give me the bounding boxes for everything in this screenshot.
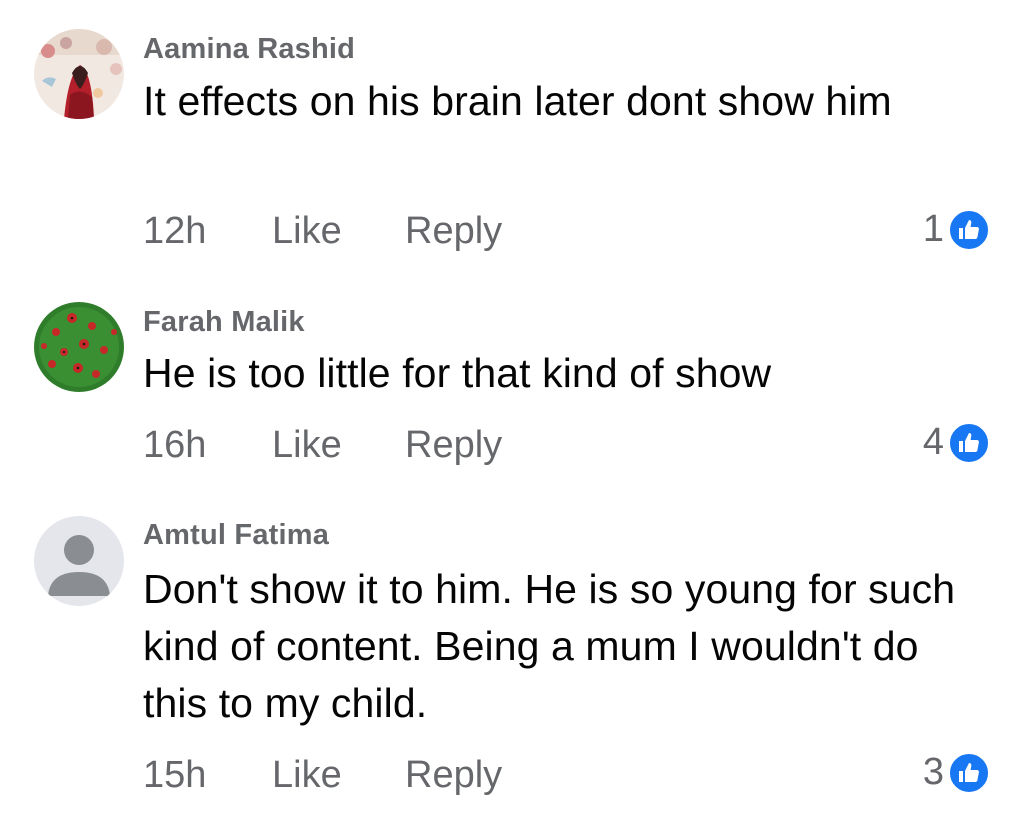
comment-timestamp[interactable]: 15h bbox=[143, 754, 272, 797]
default-person-avatar-image bbox=[34, 516, 124, 606]
comment-text: Don't show it to him. He is so young for… bbox=[143, 566, 956, 726]
reaction-summary[interactable]: 3 bbox=[923, 751, 990, 794]
comment-timestamp[interactable]: 12h bbox=[143, 210, 272, 253]
comment-actions: 12h Like Reply bbox=[143, 210, 502, 253]
thumbs-up-icon bbox=[948, 751, 990, 794]
avatar[interactable] bbox=[34, 516, 124, 606]
thumbs-up-icon bbox=[948, 421, 990, 464]
comment-author[interactable]: Amtul Fatima bbox=[143, 519, 329, 552]
reply-button[interactable]: Reply bbox=[405, 754, 502, 797]
comment-timestamp[interactable]: 16h bbox=[143, 424, 272, 467]
ladybug-avatar-image bbox=[34, 302, 124, 392]
comment-actions: 15h Like Reply bbox=[143, 754, 502, 797]
thumbs-up-icon bbox=[948, 208, 990, 251]
comment-author[interactable]: Aamina Rashid bbox=[143, 33, 355, 66]
reaction-summary[interactable]: 4 bbox=[923, 421, 990, 464]
reaction-count: 1 bbox=[922, 208, 944, 250]
avatar[interactable] bbox=[34, 29, 124, 119]
reaction-summary[interactable]: 1 bbox=[923, 208, 990, 251]
reply-button[interactable]: Reply bbox=[405, 424, 502, 467]
like-button[interactable]: Like bbox=[272, 754, 405, 797]
like-button[interactable]: Like bbox=[272, 210, 405, 253]
photo-avatar-image bbox=[34, 29, 124, 119]
comment-actions: 16h Like Reply bbox=[143, 424, 502, 467]
comment-author[interactable]: Farah Malik bbox=[143, 306, 305, 339]
like-button[interactable]: Like bbox=[272, 424, 405, 467]
comment-text: It effects on his brain later dont show … bbox=[143, 78, 892, 124]
comment-text: He is too little for that kind of show bbox=[143, 350, 772, 396]
reaction-count: 3 bbox=[922, 751, 944, 793]
reaction-count: 4 bbox=[922, 421, 944, 463]
avatar[interactable] bbox=[34, 302, 124, 392]
reply-button[interactable]: Reply bbox=[405, 210, 502, 253]
